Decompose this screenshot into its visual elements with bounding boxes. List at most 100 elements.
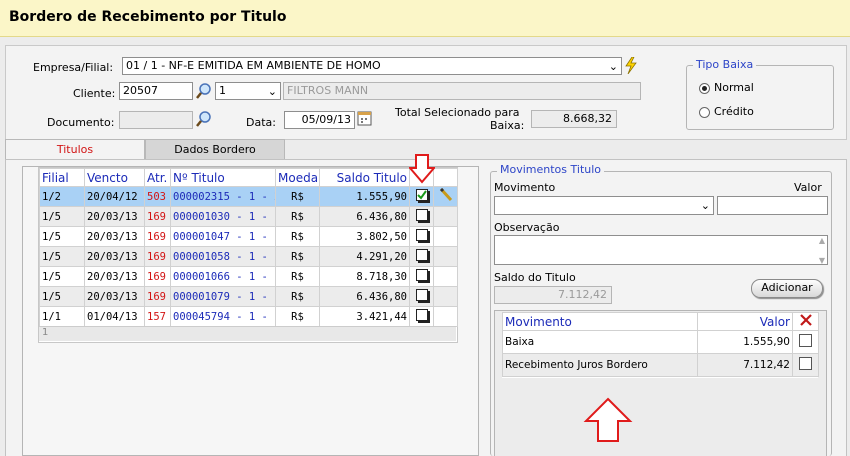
checkbox[interactable]: [415, 289, 428, 301]
cell-atr: 503: [144, 186, 171, 207]
cell-filial: 1/5: [39, 246, 85, 267]
chevron-down-icon: ⌄: [700, 199, 710, 212]
cell-edit: [433, 186, 458, 207]
cell-select: [409, 306, 434, 327]
table-row[interactable]: 1/5 20/03/13 169 000001066 - 1 - 1 R$ 8.718,3…: [39, 266, 458, 287]
checkbox[interactable]: [415, 209, 428, 221]
col-filial[interactable]: Filial: [39, 168, 85, 187]
adicionar-button[interactable]: Adicionar: [751, 279, 823, 298]
cliente-name-field: FILTROS MANN: [283, 82, 641, 100]
cell-edit: [433, 206, 458, 227]
col-valor[interactable]: Valor: [697, 312, 793, 331]
cell-titulo: 000002315 - 1 - 2: [170, 186, 276, 207]
cell-titulo: 000001058 - 1 - 1: [170, 246, 276, 267]
checkmark-icon: [416, 190, 427, 200]
table-row[interactable]: 1/5 20/03/13 169 000001047 - 1 - 1 R$ 3.802,5…: [39, 226, 458, 247]
cell-atr: 169: [144, 246, 171, 267]
cell-select: [409, 286, 434, 307]
cell-titulo: 000001047 - 1 - 1: [170, 226, 276, 247]
scroll-arrows-icon[interactable]: ▲ ▼: [819, 236, 825, 264]
checkbox[interactable]: [799, 334, 812, 347]
cell-delete: [792, 330, 819, 354]
observacao-textarea[interactable]: ▲ ▼: [494, 235, 828, 265]
movimento-row[interactable]: Recebimento Juros Bordero 7.112,42: [502, 353, 819, 377]
calendar-icon[interactable]: [357, 110, 372, 126]
cell-moeda: R$: [275, 306, 320, 327]
col-delete[interactable]: [792, 312, 819, 331]
checkbox[interactable]: [415, 249, 428, 261]
cell-valor: 1.555,90: [697, 330, 793, 354]
valor-input[interactable]: [717, 196, 828, 215]
table-row[interactable]: 1/1 01/04/13 157 000045794 - 1 - 1 R$ 3.421,4…: [39, 306, 458, 327]
checkbox[interactable]: [415, 269, 428, 281]
total-label-line1: Total Selecionado para: [395, 106, 520, 119]
empresa-select[interactable]: 01 / 1 - NF-E EMITIDA EM AMBIENTE DE HOM…: [122, 57, 622, 75]
col-vencto[interactable]: Vencto: [84, 168, 145, 187]
col-atr[interactable]: Atr.: [144, 168, 171, 187]
valor-label: Valor: [794, 181, 822, 194]
table-row[interactable]: 1/2 20/04/12 503 000002315 - 1 - 2 R$ 1.555,9…: [39, 186, 458, 207]
page-title: Bordero de Recebimento por Titulo: [9, 9, 287, 25]
close-icon[interactable]: [799, 314, 812, 326]
documento-input[interactable]: [119, 111, 193, 129]
checkbox[interactable]: [799, 357, 812, 370]
titulos-table: Filial Vencto Atr. Nº Titulo Moeda Saldo…: [39, 168, 458, 327]
cell-atr: 169: [144, 266, 171, 287]
cell-filial: 1/1: [39, 306, 85, 327]
grid-header-row: Filial Vencto Atr. Nº Titulo Moeda Saldo…: [39, 168, 458, 187]
cell-moeda: R$: [275, 286, 320, 307]
table-row[interactable]: 1/5 20/03/13 169 000001079 - 1 - 1 R$ 6.436,8…: [39, 286, 458, 307]
cell-saldo: 6.436,80: [319, 286, 410, 307]
cell-select: [409, 266, 434, 287]
table-row[interactable]: 1/5 20/03/13 169 000001058 - 1 - 1 R$ 4.291,2…: [39, 246, 458, 267]
observacao-label: Observação: [494, 221, 560, 234]
title-bar: Bordero de Recebimento por Titulo: [0, 0, 850, 37]
col-titulo[interactable]: Nº Titulo: [170, 168, 276, 187]
movimento-label: Movimento: [494, 181, 556, 194]
col-movimento[interactable]: Movimento: [502, 312, 698, 331]
cell-vencto: 20/03/13: [84, 286, 145, 307]
radio-normal-label: Normal: [714, 81, 754, 94]
table-row[interactable]: 1/5 20/03/13 169 000001030 - 1 - 1 R$ 6.436,8…: [39, 206, 458, 227]
checkbox[interactable]: [415, 229, 428, 241]
arrow-up-icon: [583, 397, 633, 442]
pencil-icon[interactable]: [439, 187, 453, 202]
movimento-row[interactable]: Baixa 1.555,90: [502, 330, 819, 354]
lightning-icon[interactable]: [624, 57, 638, 74]
total-value-field: 8.668,32: [531, 110, 617, 128]
search-icon[interactable]: [195, 110, 213, 128]
cell-edit: [433, 246, 458, 267]
empresa-label: Empresa/Filial:: [33, 61, 114, 74]
cell-saldo: 3.802,50: [319, 226, 410, 247]
col-moeda[interactable]: Moeda: [275, 168, 320, 187]
movimento-select[interactable]: ⌄: [494, 196, 714, 215]
cell-movimento: Recebimento Juros Bordero: [502, 353, 698, 377]
cell-saldo: 4.291,20: [319, 246, 410, 267]
cliente-code-input[interactable]: 20507: [119, 82, 193, 100]
radio-credito-label: Crédito: [714, 105, 754, 118]
cell-vencto: 20/04/12: [84, 186, 145, 207]
cell-titulo: 000045794 - 1 - 1: [170, 306, 276, 327]
radio-normal[interactable]: [699, 83, 710, 94]
tab-dados-bordero[interactable]: Dados Bordero: [145, 139, 285, 159]
cell-titulo: 000001066 - 1 - 1: [170, 266, 276, 287]
cell-select: [409, 226, 434, 247]
tipo-baixa-group: [686, 65, 834, 130]
cell-saldo: 1.555,90: [319, 186, 410, 207]
radio-credito[interactable]: [699, 107, 710, 118]
cell-select: [409, 206, 434, 227]
cell-moeda: R$: [275, 206, 320, 227]
tab-titulos[interactable]: Titulos: [5, 139, 145, 159]
cell-filial: 1/5: [39, 286, 85, 307]
cell-moeda: R$: [275, 186, 320, 207]
checkbox-checked[interactable]: [415, 189, 428, 201]
checkbox[interactable]: [415, 309, 428, 321]
cell-edit: [433, 306, 458, 327]
col-saldo[interactable]: Saldo Titulo: [319, 168, 410, 187]
search-icon[interactable]: [195, 82, 213, 100]
saldo-titulo-label: Saldo do Titulo: [494, 271, 576, 284]
cliente-loja-select[interactable]: 1 ⌄: [215, 82, 281, 100]
data-input[interactable]: 05/09/13: [284, 111, 355, 129]
chevron-down-icon: ⌄: [267, 85, 277, 98]
cell-atr: 169: [144, 226, 171, 247]
